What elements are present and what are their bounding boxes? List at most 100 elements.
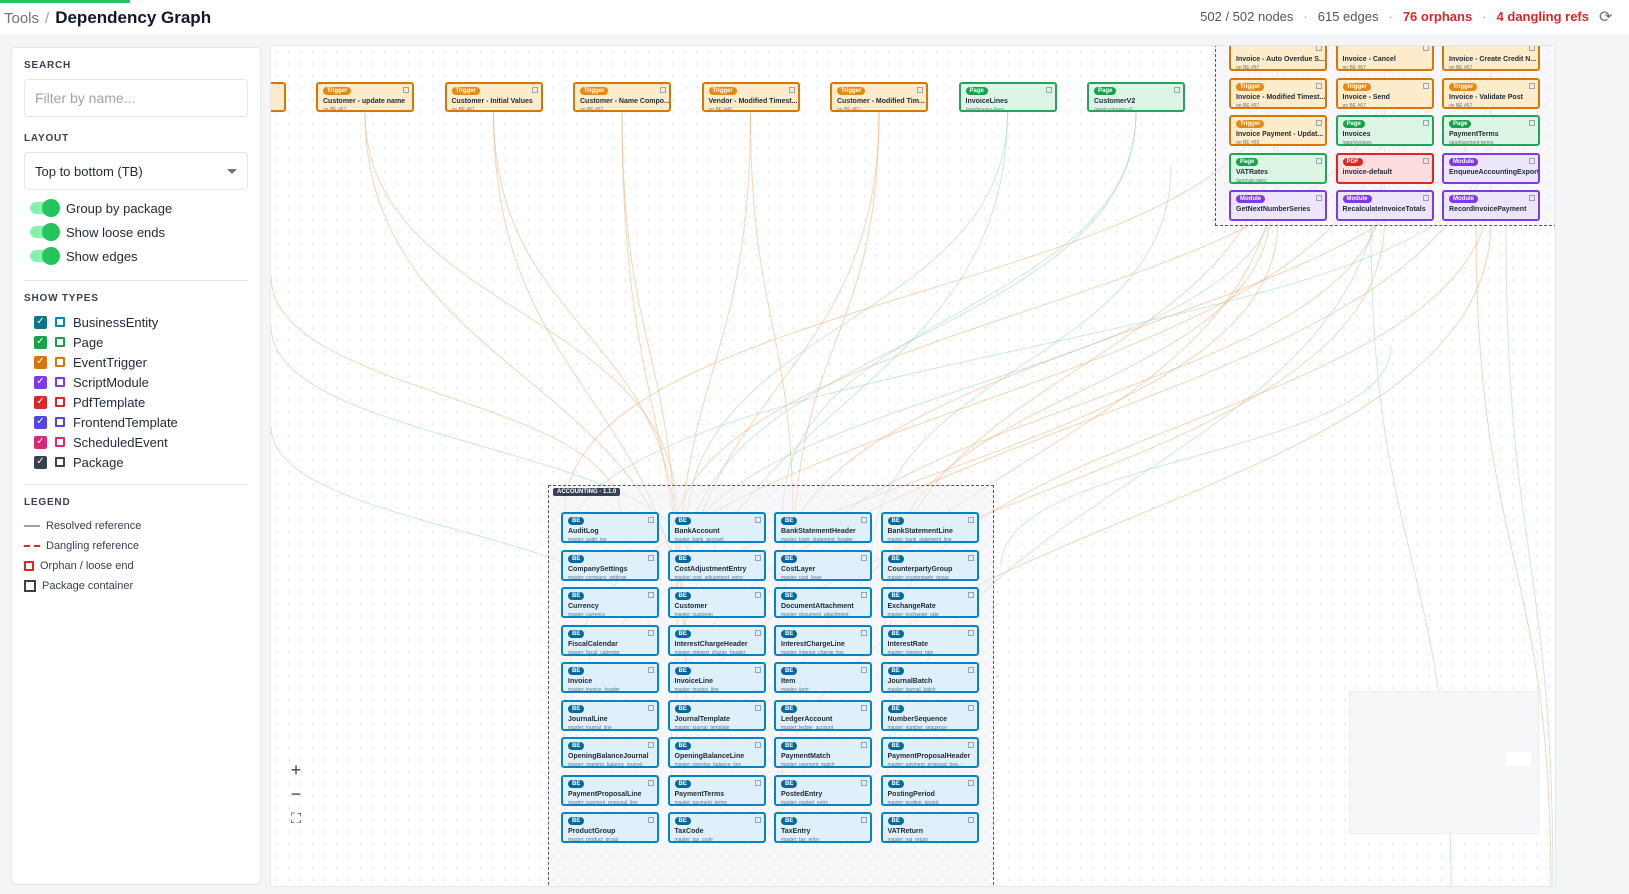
open-node-icon	[917, 87, 923, 93]
checkbox[interactable]: ✓	[34, 395, 47, 409]
graph-node[interactable]: Trigger Invoice - Send on BE #67	[1335, 77, 1434, 109]
graph-node[interactable]: Page PaymentTerms/app/payment-terms	[1442, 115, 1540, 146]
type-label: PdfTemplate	[73, 394, 146, 410]
type-filter-page[interactable]: ✓ Page	[34, 332, 248, 352]
graph-node[interactable]: BE JournalBatch master: journal_batch	[880, 662, 979, 693]
graph-node[interactable]: Page CustomerV2/app/customer-v2	[1087, 82, 1185, 112]
graph-node[interactable]: Invoice - Auto Overdue S... on BE #67	[1229, 46, 1327, 71]
node-subtitle: master: currency	[568, 612, 606, 618]
graph-node[interactable]: BE TaxCode master: tax_code	[667, 812, 766, 843]
graph-node[interactable]: BE PostedEntry master: posted_entry	[774, 774, 872, 806]
graph-node[interactable]: PDF invoice-default	[1335, 152, 1434, 184]
graph-node[interactable]: BE AuditLog master: audit_log	[561, 512, 659, 543]
graph-node[interactable]: BE InterestRate master: interest_rate	[880, 624, 979, 656]
graph-node[interactable]: Module RecalculateInvoiceTotals	[1335, 190, 1434, 221]
graph-node[interactable]: Invoice - Cancel on BE #67	[1335, 46, 1434, 71]
graph-node[interactable]: Invoice - Create Credit N... on BE #67	[1442, 46, 1540, 71]
open-node-icon	[788, 87, 795, 93]
refresh-icon[interactable]: ⟳	[1599, 7, 1617, 26]
graph-node[interactable]: Page VATRates/app/vat-rates	[1229, 152, 1327, 184]
type-filter-eventtrigger[interactable]: ✓ EventTrigger	[34, 352, 248, 372]
checkbox[interactable]: ✓	[34, 435, 47, 449]
graph-node[interactable]: Trigger Customer - update name on BE #61	[316, 82, 414, 112]
graph-node[interactable]: Trigger Invoice - Validate Post on BE #67	[1442, 77, 1540, 109]
minimap-viewport[interactable]	[1506, 752, 1531, 766]
graph-node[interactable]: BE TaxEntry master: tax_entry	[774, 812, 872, 843]
checkbox[interactable]: ✓	[34, 315, 47, 329]
graph-node[interactable]: BE OpeningBalanceJournal master: opening_b…	[561, 737, 659, 768]
toggle-switch[interactable]	[30, 247, 60, 265]
graph-node[interactable]: BE CostAdjustmentEntry master: cost_adjust…	[667, 549, 766, 581]
graph-node[interactable]: BE CostLayer master: cost_layer	[774, 549, 872, 581]
toggle-switch[interactable]	[30, 199, 60, 217]
graph-node[interactable]: BE InterestChargeHeader master: interest_c…	[667, 624, 766, 656]
graph-node[interactable]: BE JournalLine master: journal_line	[561, 699, 659, 731]
graph-node[interactable]: Module GetNextNumberSeries	[1229, 190, 1327, 221]
graph-node[interactable]: Trigger Customer - Name Compo... on BE #61	[573, 82, 671, 112]
graph-node[interactable]: BE BankStatementLine master: bank_statemen…	[880, 512, 979, 543]
graph-node[interactable]: BE VATReturn master: vat_return	[880, 812, 979, 843]
graph-node[interactable]: BE OpeningBalanceLine master: opening_bala…	[667, 737, 766, 768]
graph-node[interactable]: Module RecordInvoicePayment	[1442, 190, 1540, 221]
graph-node[interactable]: Trigger Customer - Modified Tim... on BE #…	[830, 82, 928, 112]
graph-node[interactable]: BE ProductGroup master: product_group	[561, 812, 659, 843]
search-input[interactable]	[24, 79, 248, 117]
graph-node[interactable]: BE JournalTemplate master: journal_templat…	[667, 699, 766, 731]
layout-select[interactable]: Top to bottom (TB)	[24, 152, 248, 190]
type-filter-package[interactable]: ✓ Package	[34, 452, 248, 472]
graph-node[interactable]: Trigger Vendor - Modified Timest... on BE …	[701, 82, 800, 112]
type-filter-frontendtemplate[interactable]: ✓ FrontendTemplate	[34, 412, 248, 432]
legend-label: Orphan / loose end	[40, 560, 134, 572]
type-filter-scheduledevent[interactable]: ✓ ScheduledEvent	[34, 432, 248, 452]
node-type-badge: BE	[674, 817, 691, 825]
checkbox[interactable]: ✓	[34, 335, 47, 349]
node-type-badge: BE	[887, 554, 904, 563]
graph-node[interactable]: Trigger Invoice - Modified Timest... on BE…	[1229, 77, 1327, 109]
toggle-switch[interactable]	[30, 223, 60, 241]
graph-node[interactable]: BE PaymentProposalHeader master: payment_p…	[880, 737, 979, 768]
type-filter-scriptmodule[interactable]: ✓ ScriptModule	[34, 372, 248, 392]
graph-node[interactable]: BE InvoiceLine master: invoice_line	[667, 662, 766, 693]
dangling-count[interactable]: 4 dangling refs	[1497, 9, 1589, 24]
graph-node[interactable]: BE Customer master: customer	[667, 587, 766, 618]
type-filter-businessentity[interactable]: ✓ BusinessEntity	[34, 312, 248, 332]
checkbox[interactable]: ✓	[34, 375, 47, 389]
graph-canvas[interactable]: ACCOUNTING · 1.1.0 Trigger Customer - upd…	[270, 45, 1556, 887]
graph-node[interactable]: BE BankStatementHeader master: bank_statem…	[774, 512, 872, 543]
graph-node[interactable]: Trigger Customer - Initial Values on BE #6…	[444, 82, 543, 112]
graph-node[interactable]: BE CompanySettings master: company_setting…	[561, 549, 659, 581]
zoom-in-button[interactable]: +	[283, 758, 309, 782]
minimap[interactable]	[1349, 691, 1539, 834]
graph-node[interactable]: Page InvoiceLines/app/invoice-lines	[958, 82, 1057, 112]
graph-node[interactable]: BE BankAccount master: bank_account	[667, 512, 766, 543]
node-name: GetNextNumberSeries	[1236, 206, 1311, 213]
breadcrumb-tools-link[interactable]: Tools	[4, 10, 39, 27]
graph-node[interactable]: Page Invoices/app/invoices	[1335, 115, 1434, 146]
graph-node[interactable]: BE FiscalCalendar master: fiscal_calendar	[561, 624, 659, 656]
graph-node[interactable]: BE PaymentMatch master: payment_match	[774, 737, 872, 768]
graph-node-partial[interactable]	[271, 82, 286, 112]
graph-node[interactable]: BE PostingPeriod master: posting_period	[880, 774, 979, 806]
graph-node[interactable]: Trigger Invoice Payment - Updat... on BE #…	[1229, 115, 1327, 146]
fit-view-button[interactable]: ⛶	[283, 806, 309, 830]
graph-node[interactable]: BE NumberSequence master: number_sequence	[880, 699, 979, 731]
graph-node[interactable]: BE PaymentTerms master: payment_terms	[667, 774, 766, 806]
graph-node[interactable]: BE DocumentAttachment master: document_att…	[774, 587, 872, 618]
graph-node[interactable]: Module EnqueueAccountingExport	[1442, 152, 1540, 184]
orphan-count[interactable]: 76 orphans	[1403, 9, 1472, 24]
graph-node[interactable]: BE ExchangeRate master: exchange_rate	[880, 587, 979, 618]
zoom-out-button[interactable]: −	[283, 782, 309, 806]
checkbox[interactable]: ✓	[34, 455, 47, 469]
graph-node[interactable]: BE Currency master: currency	[561, 587, 659, 618]
checkbox[interactable]: ✓	[34, 415, 47, 429]
graph-node[interactable]: BE PaymentProposalLine master: payment_pro…	[561, 774, 659, 806]
graph-node[interactable]: BE Invoice master: invoice_header	[561, 662, 659, 693]
graph-node[interactable]: BE CounterpartyGroup master: counterparty_…	[880, 549, 979, 581]
graph-node[interactable]: BE InterestChargeLine master: interest_cha…	[774, 624, 872, 656]
graph-node[interactable]: BE LedgerAccount master: ledger_account	[774, 699, 872, 731]
node-name: JournalBatch	[887, 678, 933, 685]
open-node-icon	[861, 667, 867, 673]
type-filter-pdftemplate[interactable]: ✓ PdfTemplate	[34, 392, 248, 412]
checkbox[interactable]: ✓	[34, 355, 47, 369]
graph-node[interactable]: BE Item master: item	[774, 662, 872, 693]
